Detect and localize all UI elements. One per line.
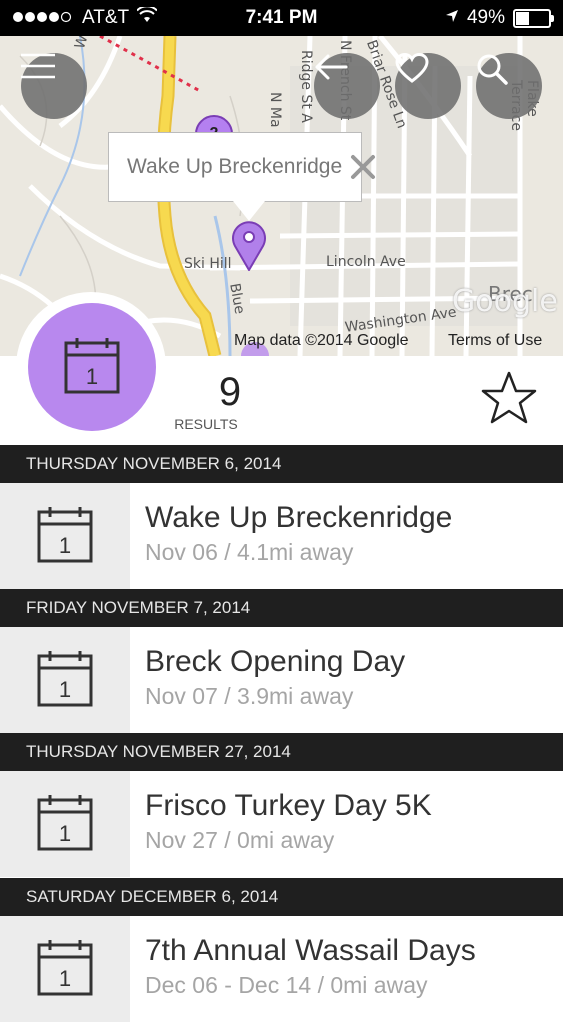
event-title: Frisco Turkey Day 5K [145, 789, 432, 822]
calendar-icon: 1 [64, 336, 120, 399]
calendar-badge[interactable]: 1 [28, 303, 156, 431]
event-title: 7th Annual Wassail Days [145, 934, 476, 967]
event-date-distance: Nov 27 / 0mi away [145, 827, 335, 853]
terms-link[interactable]: Terms of Use [448, 332, 542, 350]
calendar-icon: 1 [37, 793, 93, 856]
event-icon-cell: 1 [0, 627, 130, 733]
back-button[interactable] [314, 53, 380, 119]
event-date-distance: Dec 06 - Dec 14 / 0mi away [145, 972, 428, 998]
star-icon[interactable] [480, 370, 538, 431]
map-credit: Map data ©2014 Google [234, 332, 409, 349]
calendar-day: 1 [59, 966, 71, 991]
map-street-label: Lincoln Ave [326, 254, 406, 270]
event-date-distance: Nov 06 / 4.1mi away [145, 539, 354, 565]
battery-icon [513, 8, 554, 28]
map-street-label: Ridge St A [298, 50, 314, 123]
date-header: THURSDAY NOVEMBER 27, 2014 [0, 733, 563, 771]
map-street-label: Ski Hill [184, 256, 232, 272]
battery-percent: 49% [466, 7, 505, 28]
calendar-day: 1 [59, 821, 71, 846]
calendar-day: 1 [59, 533, 71, 558]
event-row[interactable]: 1 Breck Opening Day Nov 07 / 3.9mi away [0, 627, 563, 733]
date-header: SATURDAY DECEMBER 6, 2014 [0, 878, 563, 916]
calendar-icon: 1 [37, 505, 93, 568]
location-arrow-icon [445, 7, 459, 29]
map-street-label: N Ma [267, 92, 283, 128]
calendar-icon: 1 [37, 938, 93, 1001]
event-row[interactable]: 1 Frisco Turkey Day 5K Nov 27 / 0mi away [0, 771, 563, 877]
google-logo: Google [452, 284, 558, 319]
favorite-button[interactable] [395, 53, 461, 119]
event-row[interactable]: 1 7th Annual Wassail Days Dec 06 - Dec 1… [0, 916, 563, 1022]
event-icon-cell: 1 [0, 483, 130, 589]
calendar-icon: 1 [37, 649, 93, 712]
svg-text:1: 1 [86, 364, 98, 389]
menu-button[interactable] [21, 53, 87, 119]
popup-title: Wake Up Breckenridge [127, 155, 343, 178]
event-title: Breck Opening Day [145, 645, 406, 678]
event-date-distance: Nov 07 / 3.9mi away [145, 683, 354, 709]
date-header: FRIDAY NOVEMBER 7, 2014 [0, 589, 563, 627]
results-label: RESULTS [174, 416, 238, 432]
event-row[interactable]: 1 Wake Up Breckenridge Nov 06 / 4.1mi aw… [0, 483, 563, 589]
search-button[interactable] [476, 53, 542, 119]
results-count: 9 [218, 370, 242, 414]
event-icon-cell: 1 [0, 916, 130, 1022]
map-popup[interactable]: Wake Up Breckenridge [108, 132, 375, 202]
date-header: THURSDAY NOVEMBER 6, 2014 [0, 445, 563, 483]
event-icon-cell: 1 [0, 771, 130, 877]
calendar-day: 1 [59, 677, 71, 702]
status-bar: AT&T 7:41 PM 49% [0, 0, 563, 36]
event-title: Wake Up Breckenridge [145, 501, 453, 534]
popup-tail [233, 201, 265, 221]
